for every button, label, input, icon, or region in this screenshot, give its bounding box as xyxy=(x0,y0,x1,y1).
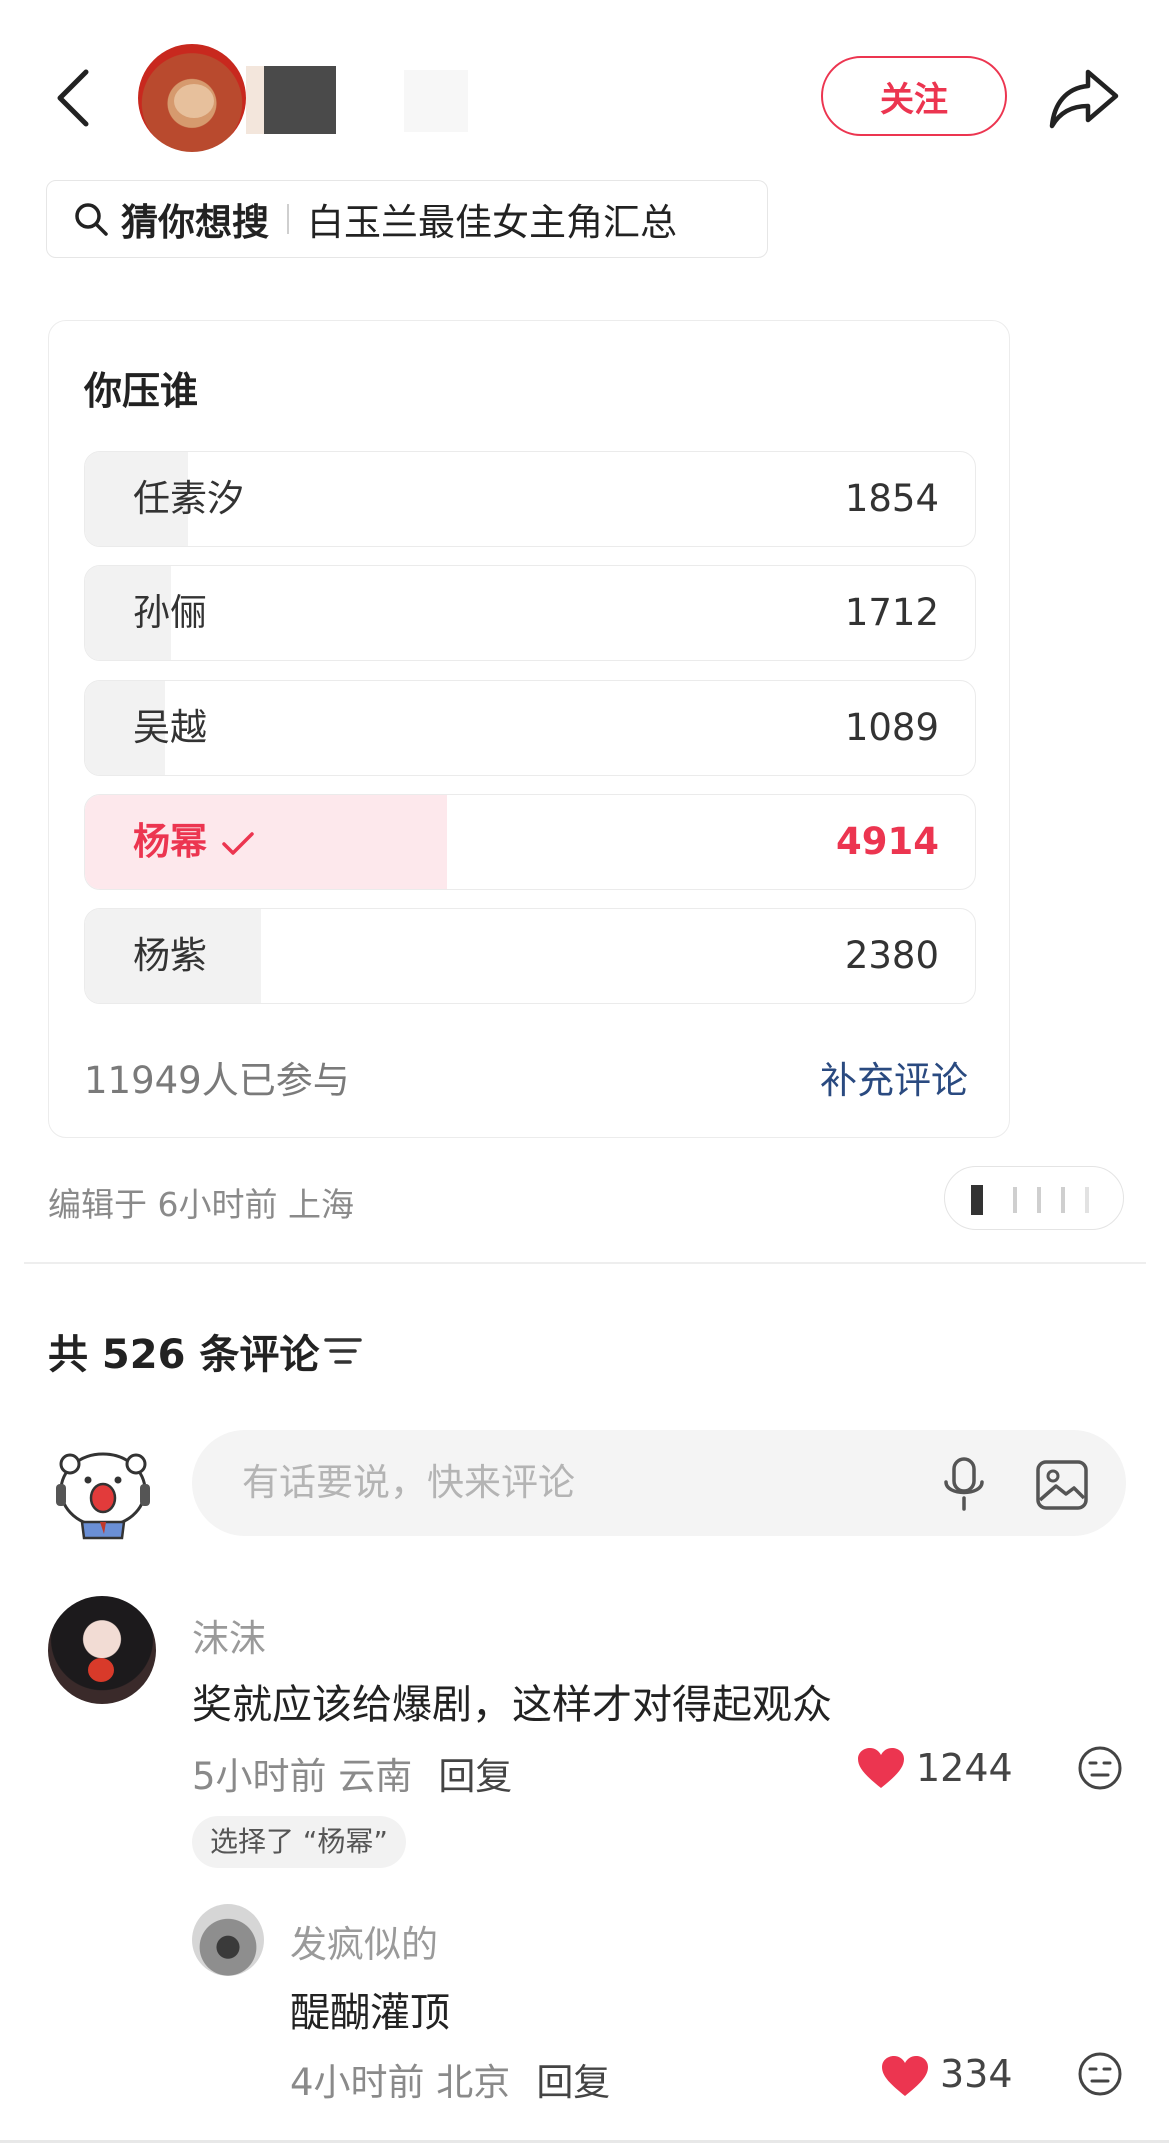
add-comment-link[interactable]: 补充评论 xyxy=(820,1050,968,1104)
author-badge-blurred xyxy=(404,70,468,132)
poll-participants: 11949人已参与 xyxy=(84,1059,350,1102)
poll-option-count: 1089 xyxy=(844,706,939,749)
heart-icon[interactable] xyxy=(856,1746,906,1790)
poll-option-name: 吴越 xyxy=(133,706,207,749)
poll-option-count: 1712 xyxy=(844,591,939,634)
poll-option[interactable]: 杨紫 2380 xyxy=(84,908,976,1004)
edited-info: 编辑于 6小时前 上海 xyxy=(48,1185,354,1224)
reply-commenter-name[interactable]: 发疯似的 xyxy=(290,1914,438,1968)
check-icon xyxy=(222,831,254,855)
heart-icon[interactable] xyxy=(880,2054,930,2098)
guess-query[interactable]: 白玉兰最佳女主角汇总 xyxy=(307,192,677,246)
section-divider xyxy=(24,1262,1146,1264)
poll-option-name: 杨幂 xyxy=(133,795,255,888)
poll-option-name: 杨紫 xyxy=(133,934,207,977)
comment-meta: 5小时前 云南 回复 xyxy=(192,1746,512,1800)
like-count: 1244 xyxy=(916,1746,1013,1790)
poll-option-count: 1854 xyxy=(844,477,939,520)
reply-avatar[interactable] xyxy=(192,1904,264,1976)
author-name-blurred[interactable] xyxy=(246,66,336,134)
poll-option[interactable]: 孙俪 1712 xyxy=(84,565,976,661)
back-icon[interactable] xyxy=(50,68,98,128)
follow-button[interactable]: 关注 xyxy=(821,56,1007,136)
sort-filter-icon[interactable] xyxy=(322,1334,364,1368)
image-icon[interactable] xyxy=(1034,1458,1090,1512)
comment-text[interactable]: 奖就应该给爆剧，这样才对得起观众 xyxy=(192,1672,832,1730)
commenter-name[interactable]: 沫沫 xyxy=(192,1608,266,1662)
microphone-icon[interactable] xyxy=(940,1456,988,1512)
poll-option-selected[interactable]: 杨幂 4914 xyxy=(84,794,976,890)
guess-search-bar[interactable]: 猜你想搜 白玉兰最佳女主角汇总 xyxy=(46,180,768,258)
reply-time-location: 4小时前 北京 xyxy=(290,2061,511,2104)
commenter-avatar[interactable] xyxy=(48,1596,156,1704)
reply-button[interactable]: 回复 xyxy=(438,1755,512,1798)
engagement-pill-blurred[interactable] xyxy=(944,1166,1124,1230)
share-icon[interactable] xyxy=(1048,66,1120,130)
poll-option-name: 任素汐 xyxy=(133,477,244,520)
blurred-bars xyxy=(971,1185,1089,1215)
emoji-reaction-icon[interactable] xyxy=(1076,1744,1124,1792)
poll-option-name: 孙俪 xyxy=(133,591,207,634)
reply-button[interactable]: 回复 xyxy=(536,2061,610,2104)
search-icon xyxy=(75,203,108,236)
poll-option-count: 4914 xyxy=(836,820,939,863)
poll-title: 你压谁 xyxy=(84,369,199,413)
comment-time-location: 5小时前 云南 xyxy=(192,1755,413,1798)
poll-option[interactable]: 吴越 1089 xyxy=(84,680,976,776)
comments-count-title: 共 526 条评论 xyxy=(48,1332,320,1378)
poll-option[interactable]: 任素汐 1854 xyxy=(84,451,976,547)
poll-option-count: 2380 xyxy=(844,934,939,977)
reply-meta: 4小时前 北京 回复 xyxy=(290,2052,610,2106)
emoji-reaction-icon[interactable] xyxy=(1076,2050,1124,2098)
divider xyxy=(287,204,289,234)
reply-text[interactable]: 醍醐灌顶 xyxy=(290,1980,450,2038)
my-avatar xyxy=(56,1452,150,1540)
guess-lead: 猜你想搜 xyxy=(121,201,269,244)
author-avatar[interactable] xyxy=(138,44,246,152)
vote-choice-tag: 选择了 “杨幂” xyxy=(192,1816,406,1868)
like-count: 334 xyxy=(940,2052,1013,2096)
